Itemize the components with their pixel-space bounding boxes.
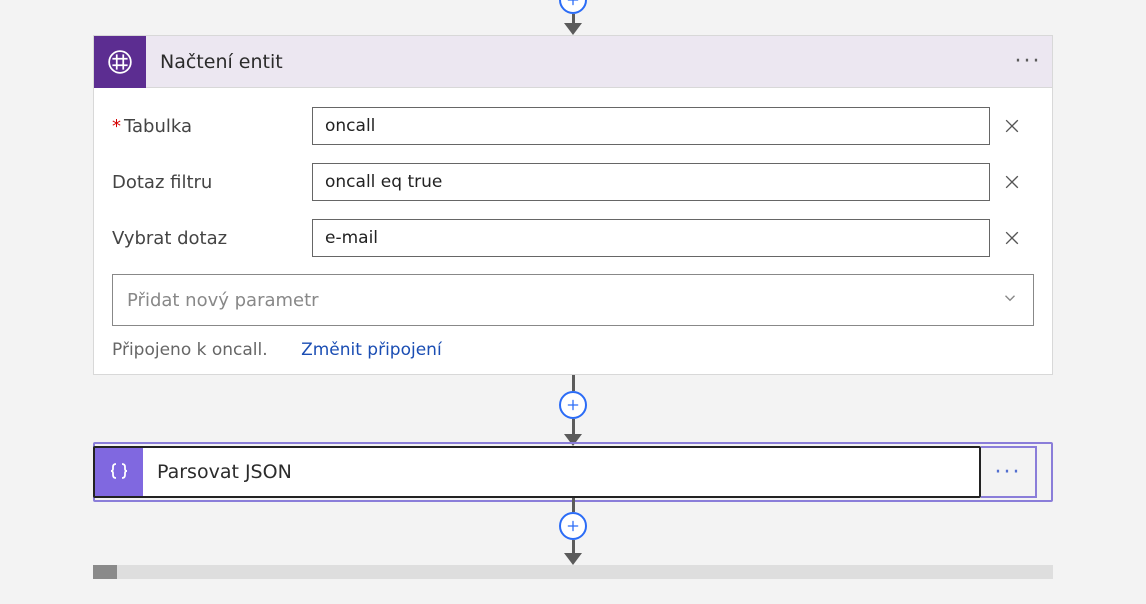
connector-top: [559, 0, 587, 35]
add-step-button-middle[interactable]: [559, 391, 587, 419]
add-step-button-bottom[interactable]: [559, 512, 587, 540]
drag-handle[interactable]: [93, 565, 117, 579]
param-row-filter: Dotaz filtru: [112, 162, 1034, 202]
close-icon: [1002, 172, 1022, 192]
card-more-button-parse[interactable]: ···: [981, 446, 1037, 498]
table-input[interactable]: [312, 107, 990, 145]
connector-middle: [559, 375, 587, 446]
add-parameter-placeholder: Přidat nový parametr: [127, 290, 319, 311]
plus-icon: [566, 398, 580, 412]
filter-input[interactable]: [312, 163, 990, 201]
step-card-load-entities: Načtení entit ··· *Tabulka Dotaz filtru: [93, 35, 1053, 375]
step-card-parse-json[interactable]: Parsovat JSON: [93, 446, 981, 498]
connection-status-text: Připojeno k oncall.: [112, 340, 268, 360]
json-braces-icon: [95, 448, 143, 496]
select-input[interactable]: [312, 219, 990, 257]
clear-filter-button[interactable]: [990, 162, 1034, 202]
param-label: *Tabulka: [112, 116, 312, 137]
collapsed-step-bar[interactable]: [93, 565, 1053, 579]
param-row-table: *Tabulka: [112, 106, 1034, 146]
param-label: Dotaz filtru: [112, 172, 312, 193]
plus-icon: [566, 0, 580, 7]
card-more-button[interactable]: ···: [1004, 38, 1052, 86]
card-title: Načtení entit: [146, 51, 1004, 73]
close-icon: [1002, 116, 1022, 136]
card-header[interactable]: Načtení entit ···: [94, 36, 1052, 88]
card-title: Parsovat JSON: [143, 461, 979, 483]
param-label: Vybrat dotaz: [112, 228, 312, 249]
clear-select-button[interactable]: [990, 218, 1034, 258]
add-parameter-dropdown[interactable]: Přidat nový parametr: [112, 274, 1034, 326]
entities-grid-icon: [94, 36, 146, 88]
chevron-down-icon: [1001, 289, 1019, 312]
clear-table-button[interactable]: [990, 106, 1034, 146]
flow-canvas: Načtení entit ··· *Tabulka Dotaz filtru: [0, 0, 1146, 604]
add-step-button-top[interactable]: [559, 0, 587, 14]
step-card-parse-json-wrap: Parsovat JSON ···: [93, 446, 1053, 498]
close-icon: [1002, 228, 1022, 248]
param-row-select: Vybrat dotaz: [112, 218, 1034, 258]
connector-bottom: [559, 498, 587, 565]
plus-icon: [566, 519, 580, 533]
change-connection-link[interactable]: Změnit připojení: [301, 340, 442, 360]
more-dots-icon: ···: [995, 460, 1022, 485]
connection-row: Připojeno k oncall. Změnit připojení: [112, 340, 1034, 360]
card-body: *Tabulka Dotaz filtru Vybrat dotaz: [94, 88, 1052, 374]
more-dots-icon: ···: [1015, 49, 1042, 74]
